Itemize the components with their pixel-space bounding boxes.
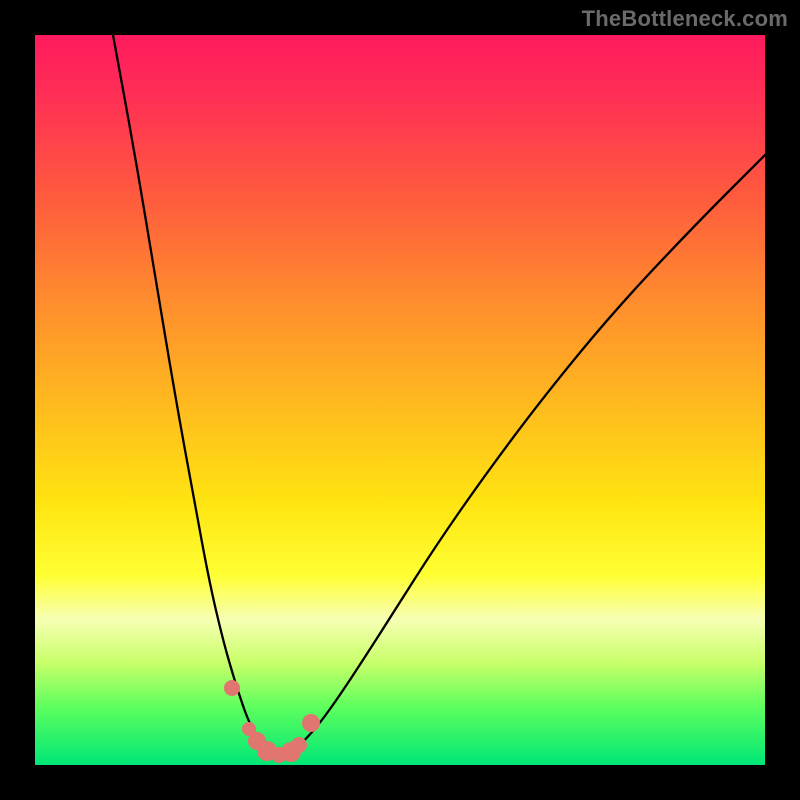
curve-layer: [35, 35, 765, 765]
watermark-text: TheBottleneck.com: [582, 6, 788, 32]
marker-layer: [224, 680, 320, 763]
data-marker: [302, 714, 320, 732]
chart-stage: TheBottleneck.com: [0, 0, 800, 800]
plot-area: [35, 35, 765, 765]
bottleneck-curve: [113, 35, 765, 757]
data-marker: [291, 737, 307, 753]
data-marker: [224, 680, 240, 696]
